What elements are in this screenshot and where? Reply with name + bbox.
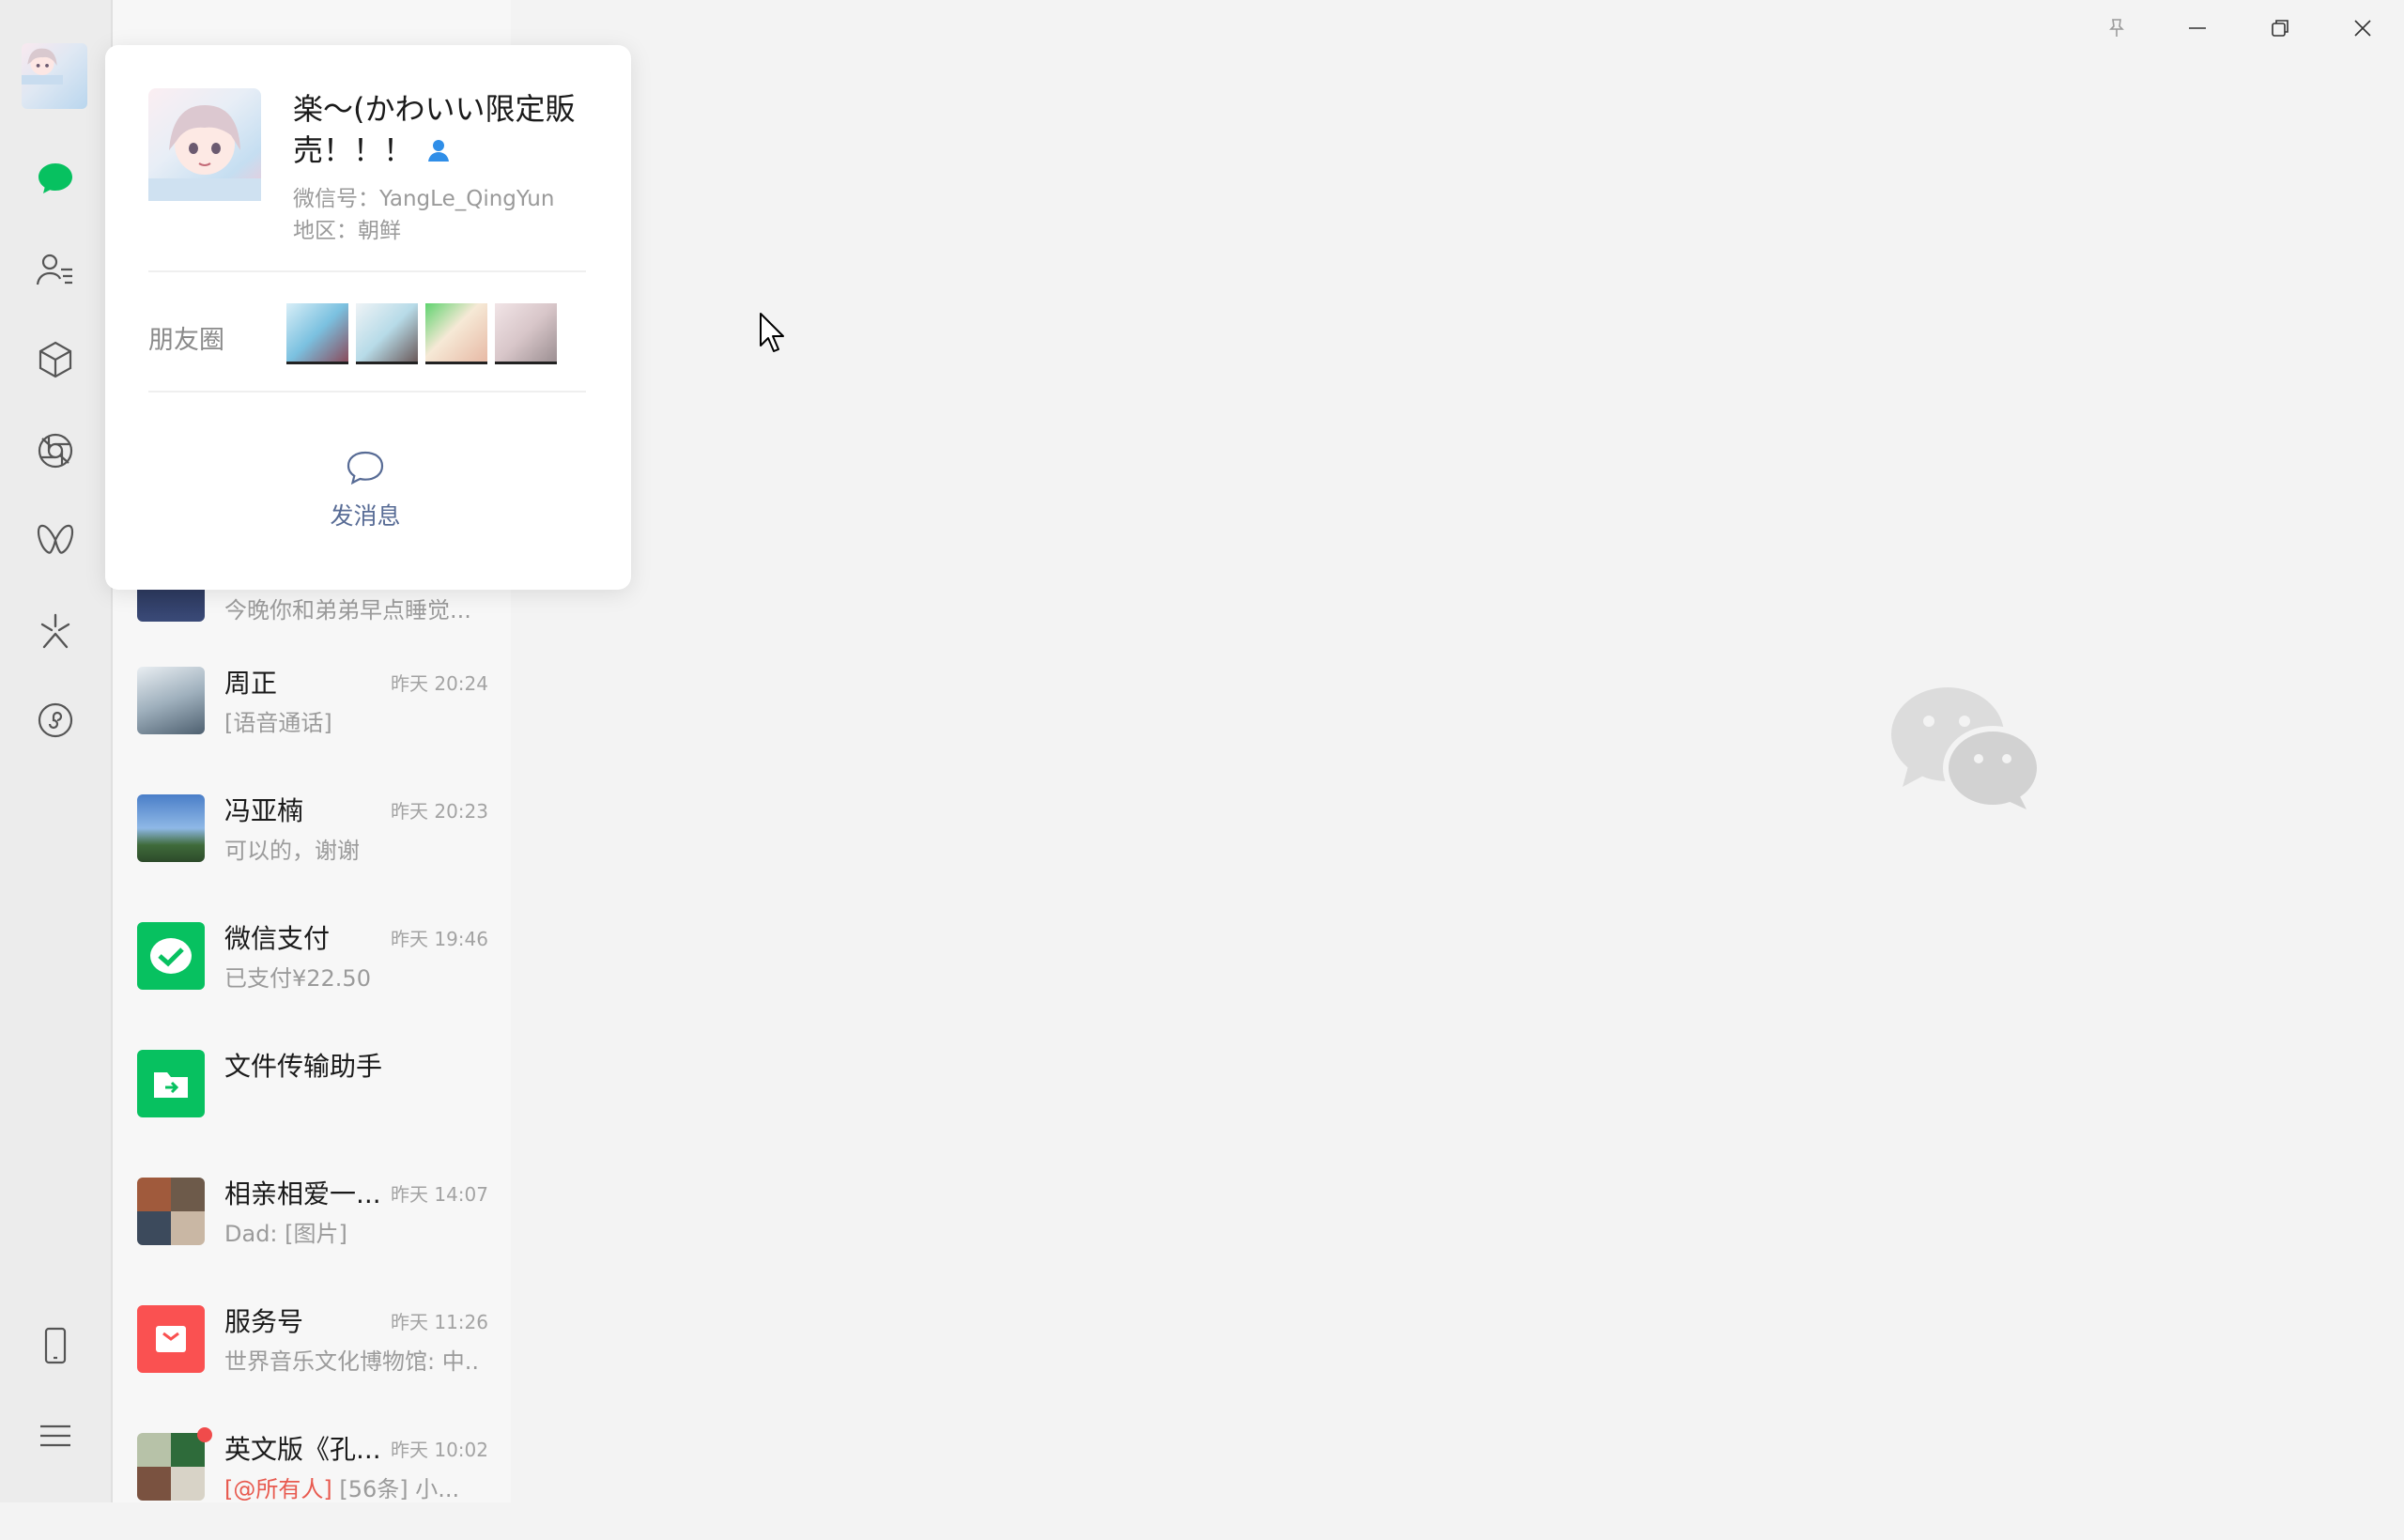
my-avatar[interactable] bbox=[22, 43, 87, 109]
wechat-pay-avatar bbox=[137, 922, 205, 990]
chat-preview: Dad: [图片] bbox=[224, 1221, 347, 1247]
file-transfer-avatar bbox=[137, 1050, 205, 1117]
discover-icon[interactable] bbox=[32, 607, 79, 654]
moments-icon[interactable] bbox=[32, 427, 79, 474]
chat-name: 服务号 bbox=[224, 1306, 304, 1337]
region: 地区：朝鲜 bbox=[293, 219, 401, 243]
chat-preview: [语音通话] bbox=[224, 710, 332, 736]
phone-icon[interactable] bbox=[32, 1322, 79, 1369]
send-message-button[interactable]: 发消息 bbox=[304, 449, 426, 543]
chat-name: 文件传输助手 bbox=[224, 1051, 383, 1082]
chat-preview: 已支付¥22.50 bbox=[224, 965, 371, 992]
menu-icon[interactable] bbox=[32, 1412, 79, 1459]
contacts-icon[interactable] bbox=[32, 246, 79, 293]
chat-row[interactable]: 文件传输助手 bbox=[113, 1029, 511, 1157]
chat-time: 昨天 11:26 bbox=[391, 1311, 488, 1333]
chat-time: 昨天 19:46 bbox=[391, 928, 488, 950]
moments-thumbnail[interactable] bbox=[425, 303, 487, 364]
group-avatar bbox=[137, 1178, 205, 1245]
chat-time: 昨天 14:07 bbox=[391, 1183, 488, 1206]
service-account-avatar bbox=[137, 1305, 205, 1373]
profile-avatar[interactable] bbox=[148, 88, 261, 201]
contact-person-icon bbox=[426, 131, 451, 173]
chat-name: 周正 bbox=[224, 668, 278, 699]
chat-avatar bbox=[137, 667, 205, 734]
restore-icon[interactable] bbox=[2254, 9, 2306, 47]
close-icon[interactable] bbox=[2336, 9, 2389, 47]
chat-bubble-icon bbox=[347, 451, 384, 485]
mouse-cursor-icon bbox=[760, 313, 784, 352]
chats-icon[interactable] bbox=[32, 155, 79, 202]
minimize-icon[interactable] bbox=[2171, 9, 2224, 47]
chat-time: 昨天 10:02 bbox=[391, 1439, 488, 1461]
chat-avatar bbox=[137, 794, 205, 862]
chat-time: 昨天 20:23 bbox=[391, 800, 488, 823]
chat-preview-text: [56条] 小... bbox=[331, 1476, 460, 1502]
main-panel bbox=[511, 0, 2404, 1502]
pin-icon[interactable] bbox=[2090, 9, 2143, 47]
moments-thumbnail[interactable] bbox=[356, 303, 418, 364]
chat-row[interactable]: 冯亚楠 昨天 20:23 可以的，谢谢 bbox=[113, 774, 511, 901]
moments-thumbnail[interactable] bbox=[495, 303, 557, 364]
moments-label[interactable]: 朋友圈 bbox=[148, 319, 224, 356]
chat-time: 昨天 20:24 bbox=[391, 672, 488, 695]
chat-row[interactable]: 相亲相爱一... 昨天 14:07 Dad: [图片] bbox=[113, 1157, 511, 1285]
channels-icon[interactable] bbox=[32, 516, 79, 563]
chat-row[interactable]: 周正 昨天 20:24 [语音通话] bbox=[113, 646, 511, 774]
chat-preview: 可以的，谢谢 bbox=[224, 838, 360, 864]
navigation-rail bbox=[0, 0, 111, 1502]
chat-name: 相亲相爱一... bbox=[224, 1178, 381, 1209]
moments-thumbnail[interactable] bbox=[286, 303, 348, 364]
chat-preview: 世界音乐文化博物馆: 中... bbox=[224, 1348, 478, 1375]
moments-thumbnails[interactable] bbox=[286, 303, 557, 364]
chat-preview: 今晚你和弟弟早点睡觉... bbox=[224, 597, 471, 624]
divider bbox=[148, 391, 586, 393]
mini-programs-icon[interactable] bbox=[32, 697, 79, 744]
wechat-id: 微信号：YangLe_QingYun bbox=[293, 187, 555, 211]
send-message-label: 发消息 bbox=[330, 502, 401, 530]
favorites-icon[interactable] bbox=[32, 336, 79, 383]
group-avatar bbox=[137, 1433, 205, 1501]
chat-row[interactable]: 微信支付 昨天 19:46 已支付¥22.50 bbox=[113, 901, 511, 1029]
divider bbox=[148, 270, 586, 272]
mention-tag: [@所有人] bbox=[224, 1476, 332, 1502]
chat-name: 英文版《孔... bbox=[224, 1434, 381, 1465]
chat-name: 冯亚楠 bbox=[224, 795, 304, 826]
chat-row[interactable]: 英文版《孔... 昨天 10:02 [@所有人] [56条] 小... bbox=[113, 1412, 511, 1540]
wechat-logo-icon bbox=[1889, 685, 2042, 811]
profile-card: 楽～(かわいい限定販売！！！ 微信号：YangLe_QingYun 地区：朝鲜 … bbox=[105, 45, 631, 590]
chat-name: 微信支付 bbox=[224, 923, 331, 954]
profile-name: 楽～(かわいい限定販売！！！ bbox=[293, 88, 603, 173]
chat-preview: [@所有人] [56条] 小... bbox=[224, 1471, 459, 1503]
chat-row[interactable]: 服务号 昨天 11:26 世界音乐文化博物馆: 中... bbox=[113, 1285, 511, 1412]
unread-dot bbox=[197, 1427, 212, 1442]
